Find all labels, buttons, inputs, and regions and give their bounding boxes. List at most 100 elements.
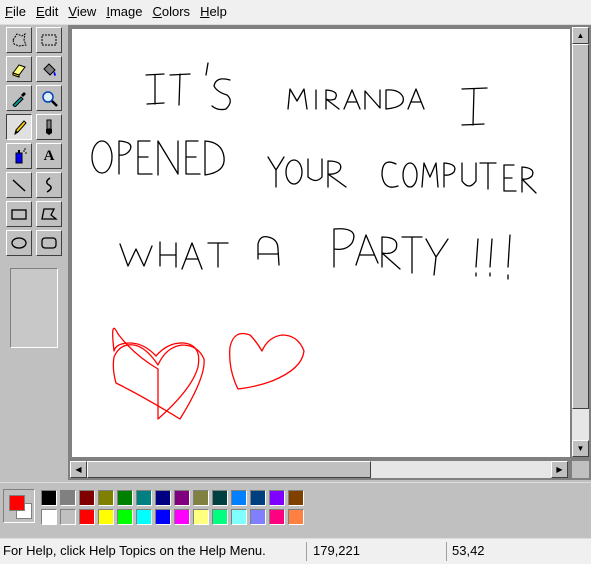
palette-color-swatch[interactable]	[98, 490, 114, 506]
arrow-down-icon: ▼	[576, 443, 585, 453]
menu-label: ile	[12, 4, 26, 19]
polygon-tool-button[interactable]	[36, 201, 62, 227]
scrollbar-corner	[572, 461, 589, 478]
menu-label: mage	[109, 4, 143, 19]
eraser-tool-button[interactable]	[6, 56, 32, 82]
menu-mnemonic: V	[68, 4, 77, 19]
pencil-icon	[14, 120, 27, 136]
horizontal-scrollbar[interactable]: ◀ ▶	[70, 461, 568, 478]
menu-label: dit	[44, 4, 59, 19]
palette-color-swatch[interactable]	[231, 490, 247, 506]
menu-label: olors	[161, 4, 191, 19]
palette-color-swatch[interactable]	[155, 509, 171, 525]
palette-color-swatch[interactable]	[174, 509, 190, 525]
arrow-left-icon: ◀	[75, 464, 82, 474]
ellipse-tool-button[interactable]	[6, 230, 32, 256]
current-colors-box	[3, 489, 35, 523]
status-cursor-position: 179,221	[313, 543, 360, 558]
palette-color-swatch[interactable]	[193, 509, 209, 525]
rectangle-tool-button[interactable]	[6, 201, 32, 227]
palette-color-swatch[interactable]	[250, 490, 266, 506]
brush-tool-button[interactable]	[36, 114, 62, 140]
palette-color-swatch[interactable]	[60, 490, 76, 506]
palette-color-swatch[interactable]	[117, 509, 133, 525]
workspace: ▲ ▼ ◀ ▶	[68, 25, 591, 480]
palette-color-swatch[interactable]	[212, 509, 228, 525]
rectangle-select-icon	[41, 34, 57, 46]
airbrush-tool-button[interactable]	[6, 143, 32, 169]
magnifier-icon	[42, 91, 58, 107]
menu-label: elp	[209, 4, 227, 19]
palette-color-swatch[interactable]	[193, 490, 209, 506]
status-divider	[446, 542, 447, 561]
rectangle-icon	[11, 209, 27, 220]
menu-item[interactable]: View	[63, 0, 101, 24]
color-palette	[0, 482, 591, 531]
color-picker-icon	[12, 92, 26, 107]
tool-box: A	[0, 25, 68, 482]
palette-color-swatch[interactable]	[155, 490, 171, 506]
palette-color-swatch[interactable]	[136, 490, 152, 506]
menu-mnemonic: E	[35, 4, 45, 19]
polygon-icon	[41, 208, 58, 220]
drawing-hearts	[112, 327, 305, 420]
text-tool-button[interactable]: A	[36, 143, 62, 169]
palette-color-swatch[interactable]	[136, 509, 152, 525]
palette-color-swatch[interactable]	[79, 490, 95, 506]
palette-color-swatch[interactable]	[117, 490, 133, 506]
arrow-up-icon: ▲	[576, 30, 585, 40]
line-tool-button[interactable]	[6, 172, 32, 198]
vertical-scrollbar[interactable]: ▲ ▼	[572, 27, 589, 457]
palette-color-swatch[interactable]	[41, 490, 57, 506]
palette-color-swatch[interactable]	[60, 509, 76, 525]
palette-color-swatch[interactable]	[250, 509, 266, 525]
status-bar: For Help, click Help Topics on the Help …	[0, 538, 591, 564]
curve-tool-button[interactable]	[36, 172, 62, 198]
palette-color-swatch[interactable]	[174, 490, 190, 506]
palette-color-swatch[interactable]	[269, 509, 285, 525]
airbrush-icon	[15, 148, 27, 164]
scroll-left-button[interactable]: ◀	[70, 461, 87, 478]
drawing-text-line-1	[145, 62, 488, 126]
curve-icon	[46, 177, 52, 193]
palette-color-swatch[interactable]	[212, 490, 228, 506]
status-selection-size: 53,42	[452, 543, 485, 558]
horizontal-scroll-thumb[interactable]	[87, 461, 371, 478]
menu-item[interactable]: Image	[101, 0, 147, 24]
menu-mnemonic: C	[152, 4, 162, 19]
pencil-tool-button[interactable]	[6, 114, 32, 140]
rectangle-select-tool-button[interactable]	[36, 27, 62, 53]
palette-color-swatch[interactable]	[288, 509, 304, 525]
free-form-select-icon	[12, 32, 27, 47]
vertical-scroll-thumb[interactable]	[572, 44, 589, 409]
free-form-select-tool-button[interactable]	[6, 27, 32, 53]
drawing-canvas[interactable]	[72, 29, 570, 457]
foreground-color-swatch[interactable]	[9, 495, 25, 511]
magnifier-tool-button[interactable]	[36, 85, 62, 111]
menu-item[interactable]: File	[0, 0, 31, 24]
scroll-down-button[interactable]: ▼	[572, 440, 589, 457]
drawing-text-line-2	[91, 140, 537, 194]
palette-color-swatch[interactable]	[269, 490, 285, 506]
menu-item[interactable]: Colors	[147, 0, 195, 24]
menu-item[interactable]: Edit	[31, 0, 63, 24]
palette-color-swatch[interactable]	[231, 509, 247, 525]
arrow-right-icon: ▶	[556, 464, 563, 474]
menu-item[interactable]: Help	[195, 0, 232, 24]
rounded-rectangle-tool-button[interactable]	[36, 230, 62, 256]
fill-bucket-icon	[43, 63, 56, 76]
palette-color-swatch[interactable]	[288, 490, 304, 506]
color-picker-tool-button[interactable]	[6, 85, 32, 111]
palette-color-swatch[interactable]	[79, 509, 95, 525]
fill-bucket-tool-button[interactable]	[36, 56, 62, 82]
palette-color-swatch[interactable]	[41, 509, 57, 525]
scroll-up-button[interactable]: ▲	[572, 27, 589, 44]
scroll-right-button[interactable]: ▶	[551, 461, 568, 478]
status-help-text: For Help, click Help Topics on the Help …	[3, 543, 266, 558]
brush-icon	[46, 119, 52, 135]
palette-color-swatch[interactable]	[98, 509, 114, 525]
tool-options-panel[interactable]	[10, 268, 58, 348]
drawing-text-line-3	[119, 228, 511, 280]
menu-mnemonic: F	[5, 4, 13, 19]
status-divider	[306, 542, 307, 561]
